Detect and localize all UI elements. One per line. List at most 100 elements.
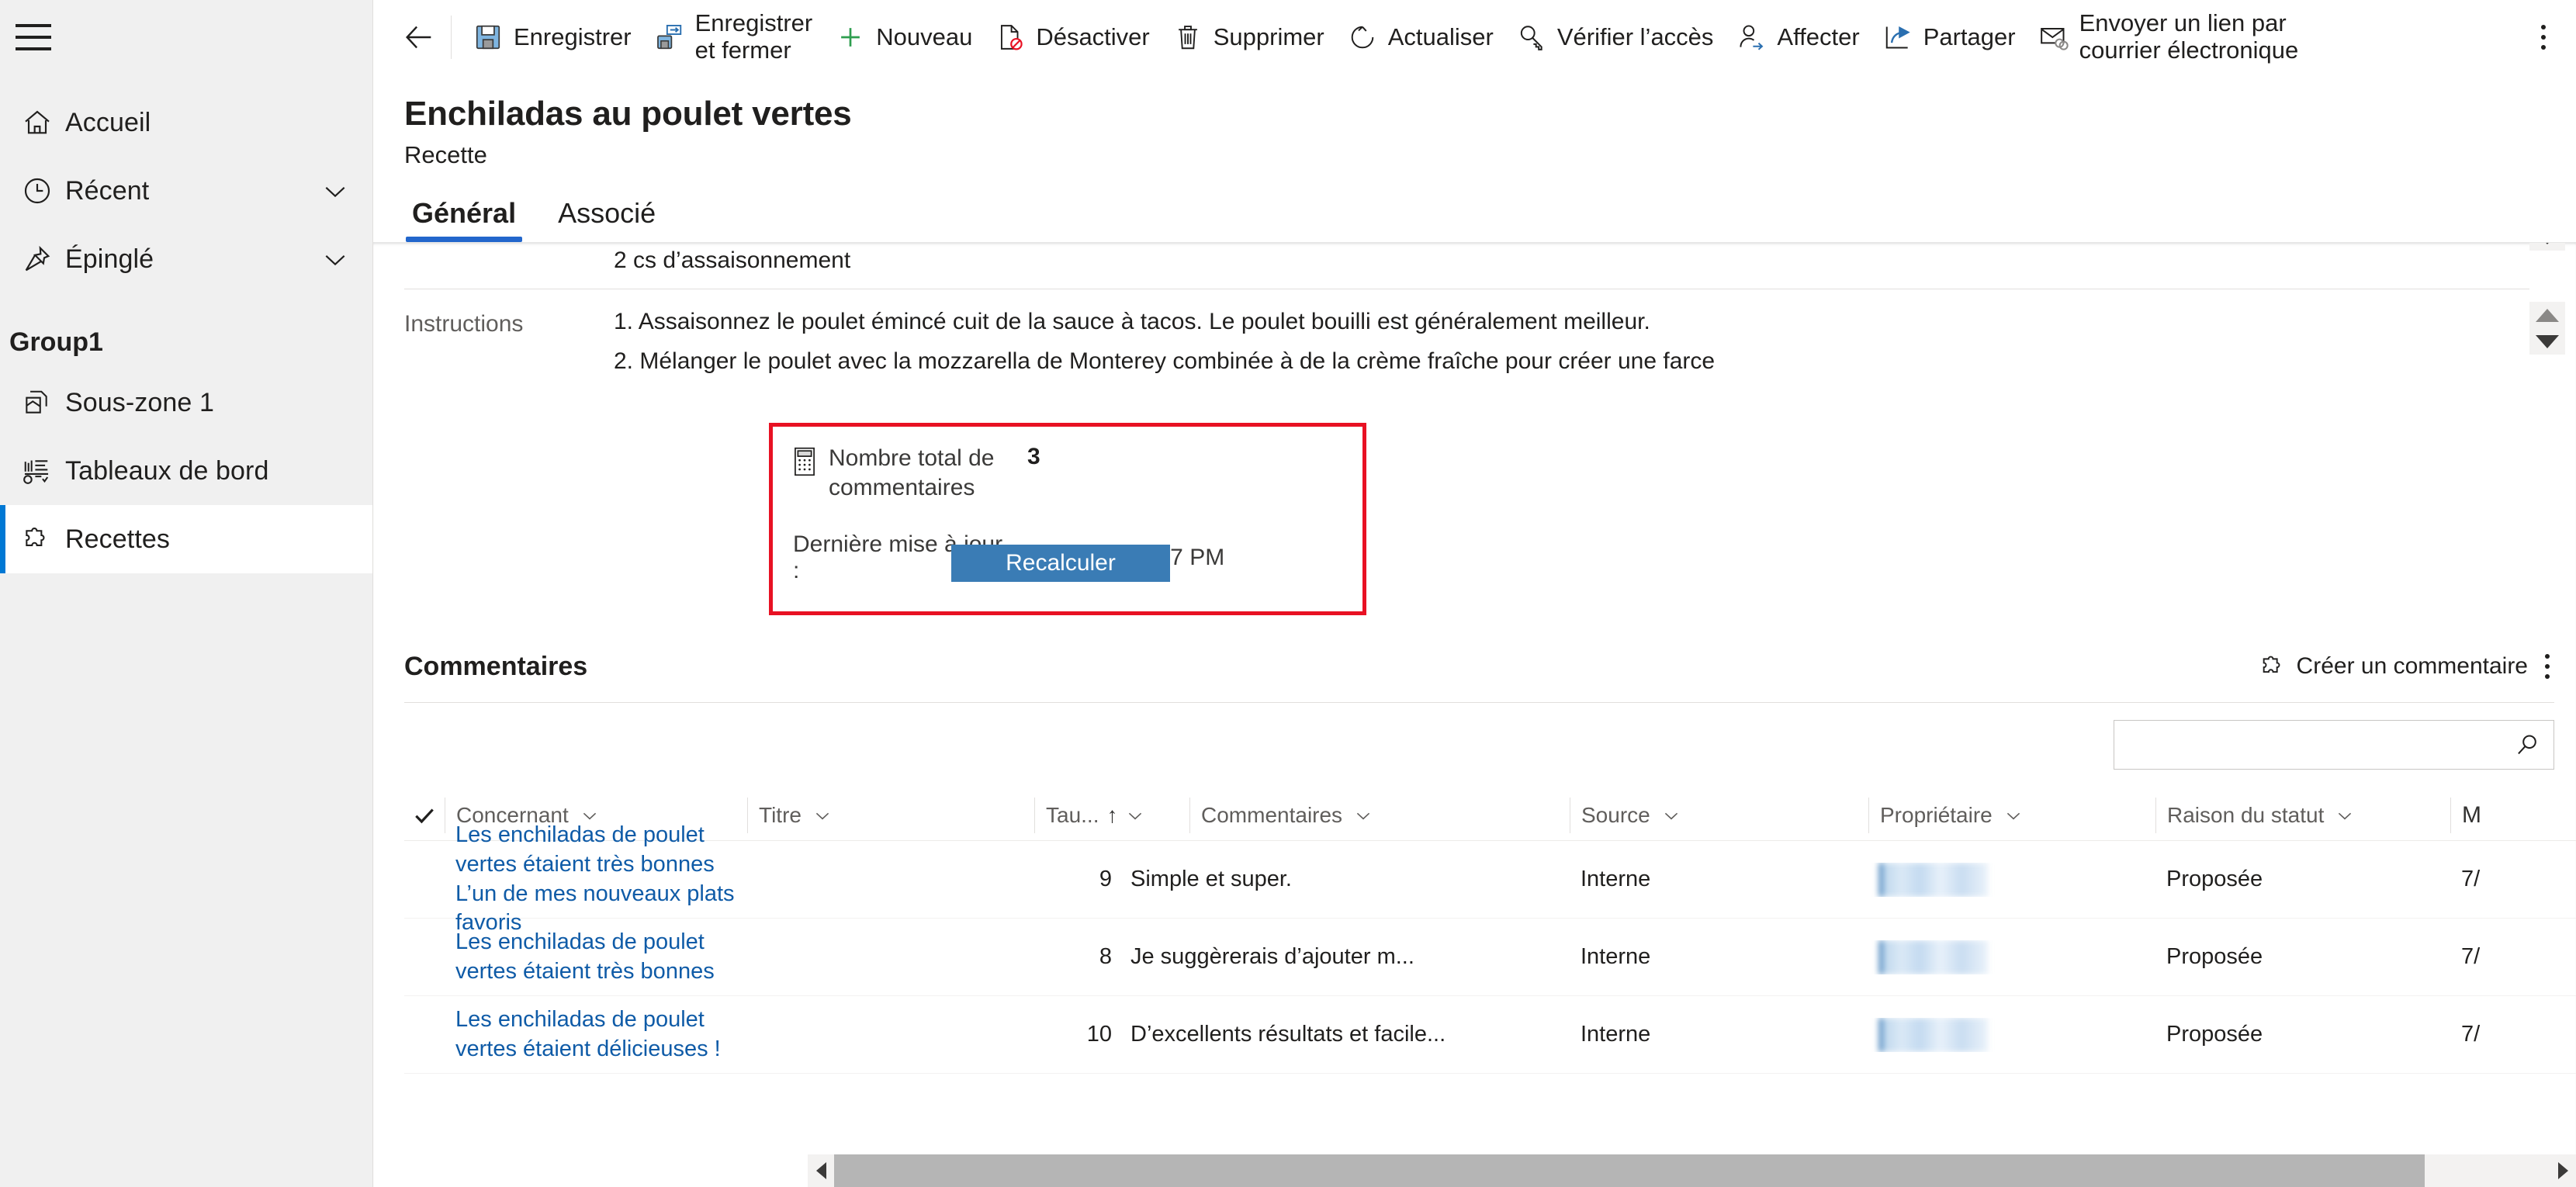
table-row[interactable]: Les enchiladas de poulet vertes étaient … [404,996,2576,1074]
cell-raison-du-statut: Proposée [2166,1022,2263,1047]
delete-button-label: Supprimer [1213,22,1324,50]
scrollbar-thumb[interactable] [834,1154,2425,1187]
save-and-close-button[interactable]: Enregistrer et fermer [642,6,824,68]
comments-more-vertical-icon[interactable] [2534,643,2554,690]
column-header-label: Tau... [1046,802,1099,827]
refresh-button[interactable]: Actualiser [1335,6,1504,68]
chevron-down-icon[interactable] [320,175,351,206]
total-comments-highlight-card: Nombre total de commentaires 3 Dernière … [769,423,1366,615]
scroll-left-icon[interactable] [808,1162,834,1179]
scrollbar-track[interactable] [2425,1154,2550,1187]
cell-proprietaire[interactable] [1868,940,2155,974]
refresh-button-label: Actualiser [1387,22,1494,50]
field-value-ingredients[interactable]: 70 g de poulet mince cuit 2 cs d’assaiso… [614,243,2576,276]
column-header-source[interactable]: Source [1570,797,1868,833]
delete-button[interactable]: Supprimer [1161,6,1335,68]
chevron-down-spinner-icon[interactable] [2529,328,2565,355]
tab-associe[interactable]: Associé [550,197,663,242]
dot [2545,664,2550,669]
field-value-instructions[interactable]: 1. Assaisonnez le poulet émincé cuit de … [614,306,2576,377]
calculator-icon [793,447,826,476]
grid-horizontal-scrollbar[interactable] [808,1154,2576,1187]
comments-commands: Créer un commentaire [2253,643,2554,690]
chevron-down-icon[interactable] [1353,805,1373,825]
chevron-down-icon[interactable] [1125,805,1145,825]
command-bar-divider [451,16,452,59]
dot [2545,654,2550,659]
total-comments-value: 3 [1027,444,1040,469]
chevron-down-icon[interactable] [320,244,351,275]
cell-proprietaire[interactable] [1868,862,2155,897]
triangle-down [2536,243,2559,244]
comments-search-row [373,703,2576,770]
check-access-button[interactable]: Vérifier l’accès [1504,6,1725,68]
new-button[interactable]: Nouveau [823,6,983,68]
chevron-down-spinner-icon[interactable] [2529,243,2565,251]
main-content: Enregistrer Enregistrer et fermer Nouvea… [372,0,2576,1187]
instructions-expand-control[interactable] [2529,302,2565,355]
chevron-down-icon[interactable] [812,805,833,825]
more-dots [2545,654,2550,679]
cell-concernant[interactable]: Les enchiladas de poulet vertes étaient … [445,1005,747,1064]
sidebar-group-title: Group1 [9,327,103,357]
puzzle-icon [22,524,65,554]
column-header-taux[interactable]: Tau... ↑ [1034,797,1189,833]
save-button[interactable]: Enregistrer [461,6,642,68]
cell-concernant[interactable]: Les enchiladas de poulet vertes étaient … [445,928,747,986]
hamburger-menu-icon[interactable] [16,24,51,50]
sidebar-nav-top: Accueil Récent Épinglé [0,88,372,293]
sidebar-item-recettes[interactable]: Recettes [0,505,372,573]
sidebar-item-sous-zone-1[interactable]: Sous-zone 1 [0,369,372,437]
sidebar-item-recent[interactable]: Récent [0,157,372,225]
command-bar: Enregistrer Enregistrer et fermer Nouvea… [373,0,2576,74]
back-arrow-icon[interactable] [390,9,448,66]
chevron-down-icon[interactable] [1661,805,1681,825]
cell-m: 7/ [2461,944,2481,969]
scroll-right-icon[interactable] [2550,1162,2576,1179]
sidebar-item-accueil[interactable]: Accueil [0,88,372,157]
owner-redacted [1879,1017,1988,1052]
sidebar-item-tableaux-de-bord[interactable]: Tableaux de bord [0,437,372,505]
check-access-button-label: Vérifier l’accès [1556,22,1714,50]
trash-icon [1172,22,1204,52]
cell-source: Interne [1581,867,1651,891]
form-scroll-area[interactable]: Ingrédients 70 g de poulet mince cuit 2 … [373,242,2576,1187]
cell-concernant[interactable]: Les enchiladas de poulet vertes étaient … [445,821,747,938]
save-button-label: Enregistrer [514,22,632,50]
table-row[interactable]: Les enchiladas de poulet vertes étaient … [404,919,2576,996]
create-comment-button[interactable]: Créer un commentaire [2253,643,2534,690]
select-all-checkmark-icon[interactable] [404,803,445,828]
ingredients-expand-control[interactable] [2529,243,2565,251]
sort-ascending-icon: ↑ [1106,802,1118,827]
search-icon[interactable] [2513,731,2541,759]
column-header-titre[interactable]: Titre [747,797,1034,833]
email-link-button[interactable]: Envoyer un lien par courrier électroniqu… [2027,6,2310,68]
more-vertical-icon[interactable] [2522,6,2565,68]
search-box[interactable] [2114,720,2554,770]
column-header-m[interactable]: M [2450,797,2543,833]
sidebar-item-epingle[interactable]: Épinglé [0,225,372,293]
column-header-raison-du-statut[interactable]: Raison du statut [2155,797,2450,833]
cell-proprietaire[interactable] [1868,1017,2155,1052]
column-header-commentaires[interactable]: Commentaires [1189,797,1570,833]
search-input[interactable] [2125,732,2513,758]
comments-section-title: Commentaires [404,651,588,681]
deactivate-button[interactable]: Désactiver [983,6,1160,68]
chevron-down-icon[interactable] [2335,805,2355,825]
share-icon [1882,22,1914,52]
new-button-label: Nouveau [876,22,973,50]
cell-m: 7/ [2461,1022,2481,1047]
label-line-2: courrier électronique [2079,36,2299,64]
recalculate-button[interactable]: Recalculer [951,545,1170,582]
owner-redacted [1879,940,1988,974]
chevron-down-icon[interactable] [2003,805,2024,825]
triangle-left [815,1162,826,1179]
share-button[interactable]: Partager [1871,6,2027,68]
column-header-proprietaire[interactable]: Propriétaire [1868,797,2155,833]
table-row[interactable]: Les enchiladas de poulet vertes étaient … [404,822,2576,935]
column-header-label: M [2462,801,2481,828]
save-and-close-icon [653,22,686,52]
chevron-up-spinner-icon[interactable] [2529,302,2565,328]
assign-button[interactable]: Affecter [1724,6,1870,68]
tab-general[interactable]: Général [404,197,524,242]
